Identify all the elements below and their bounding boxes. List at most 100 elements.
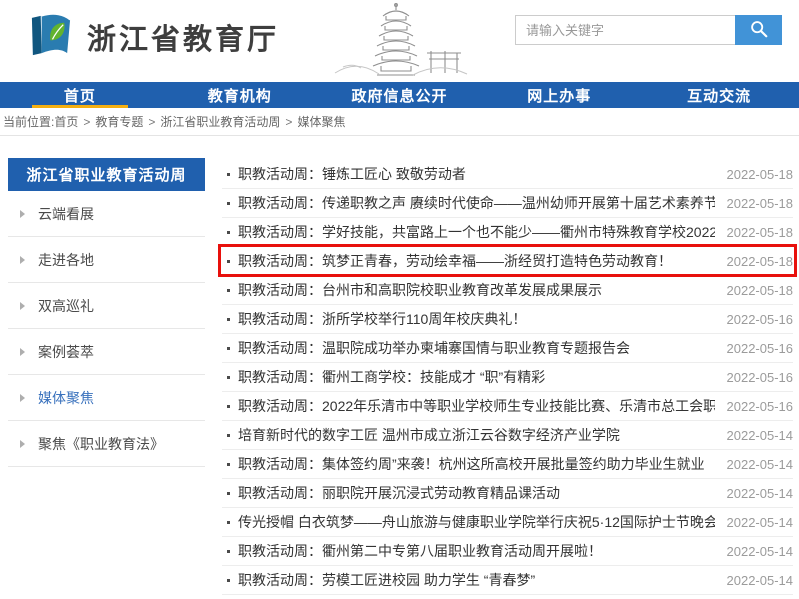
news-row: 职教活动周：衢州工商学校：技能成才 “职”有精彩 2022-05-16	[222, 363, 793, 392]
news-row: 职教活动周：衢州第二中专第八届职业教育活动周开展啦！ 2022-05-14	[222, 537, 793, 566]
news-row: 职教活动周：丽职院开展沉浸式劳动教育精品课活动 2022-05-14	[222, 479, 793, 508]
main-nav: 首页 教育机构 政府信息公开 网上办事 互动交流	[0, 82, 799, 108]
sidebar-item-visit-regions[interactable]: 走进各地	[8, 237, 205, 283]
site-logo[interactable]: 浙江省教育厅	[27, 11, 279, 63]
breadcrumb: 当前位置: 首页 > 教育专题 > 浙江省职业教育活动周 > 媒体聚焦	[0, 108, 799, 136]
tab-home[interactable]: 首页	[0, 82, 160, 108]
pagoda-sketch	[333, 1, 473, 85]
news-title-link[interactable]: 职教活动周：台州市和高职院校职业教育改革发展成果展示	[238, 280, 715, 300]
caret-right-icon	[20, 302, 25, 310]
bullet-icon	[227, 550, 230, 553]
news-row: 职教活动周：温职院成功举办柬埔寨国情与职业教育专题报告会 2022-05-16	[222, 334, 793, 363]
breadcrumb-prefix: 当前位置:	[3, 113, 54, 130]
news-row: 职教活动周：传递职教之声 赓续时代使命——温州幼师开展第十届艺术素养节比赛暨职业…	[222, 189, 793, 218]
sidebar-item-case-collection[interactable]: 案例荟萃	[8, 329, 205, 375]
bullet-icon	[227, 318, 230, 321]
news-title-link[interactable]: 职教活动周：丽职院开展沉浸式劳动教育精品课活动	[238, 483, 715, 503]
news-date: 2022-05-18	[727, 254, 794, 269]
bullet-icon	[227, 579, 230, 582]
news-title-link[interactable]: 职教活动周：浙所学校举行110周年校庆典礼！	[238, 309, 715, 329]
sidebar: 浙江省职业教育活动周 云端看展 走进各地 双高巡礼 案例荟萃 媒体聚焦 聚焦《职…	[8, 158, 205, 467]
bullet-icon	[227, 231, 230, 234]
news-title-link[interactable]: 职教活动周：锤炼工匠心 致敬劳动者	[238, 164, 715, 184]
news-title-link[interactable]: 职教活动周：传递职教之声 赓续时代使命——温州幼师开展第十届艺术素养节比赛暨职业…	[238, 193, 715, 213]
news-list: 职教活动周：锤炼工匠心 致敬劳动者 2022-05-18 职教活动周：传递职教之…	[222, 160, 793, 595]
bullet-icon	[227, 347, 230, 350]
bullet-icon	[227, 202, 230, 205]
caret-right-icon	[20, 210, 25, 218]
search-input[interactable]	[515, 15, 735, 45]
news-row: 职教活动周：台州市和高职院校职业教育改革发展成果展示 2022-05-18	[222, 276, 793, 305]
bullet-icon	[227, 376, 230, 379]
sidebar-item-label: 聚焦《职业教育法》	[38, 434, 164, 454]
sidebar-item-shuanggao-tour[interactable]: 双高巡礼	[8, 283, 205, 329]
news-title-link[interactable]: 职教活动周：衢州工商学校：技能成才 “职”有精彩	[238, 367, 715, 387]
news-title-link[interactable]: 职教活动周：衢州第二中专第八届职业教育活动周开展啦！	[238, 541, 715, 561]
tab-online-services[interactable]: 网上办事	[479, 82, 639, 108]
news-date: 2022-05-16	[727, 341, 794, 356]
breadcrumb-media-focus[interactable]: 媒体聚焦	[297, 113, 345, 130]
news-date: 2022-05-14	[727, 515, 794, 530]
caret-right-icon	[20, 256, 25, 264]
news-title-link[interactable]: 职教活动周：劳模工匠进校园 助力学生 “青春梦”	[238, 570, 715, 590]
news-row: 职教活动周：锤炼工匠心 致敬劳动者 2022-05-18	[222, 160, 793, 189]
search-bar	[515, 15, 782, 45]
breadcrumb-vocational-week[interactable]: 浙江省职业教育活动周	[160, 113, 280, 130]
caret-right-icon	[20, 394, 25, 402]
sidebar-item-vocational-education-law[interactable]: 聚焦《职业教育法》	[8, 421, 205, 467]
page-header: 浙江省教育厅	[0, 0, 799, 82]
news-row: 职教活动周：浙所学校举行110周年校庆典礼！ 2022-05-16	[222, 305, 793, 334]
news-row: 培育新时代的数字工匠 温州市成立浙江云谷数字经济产业学院 2022-05-14	[222, 421, 793, 450]
bullet-icon	[227, 434, 230, 437]
sidebar-item-label: 媒体聚焦	[38, 388, 94, 408]
breadcrumb-separator: >	[148, 115, 155, 129]
breadcrumb-separator: >	[285, 115, 292, 129]
sidebar-item-label: 走进各地	[38, 250, 94, 270]
news-date: 2022-05-18	[727, 225, 794, 240]
news-date: 2022-05-14	[727, 573, 794, 588]
news-title-link[interactable]: 职教活动周：筑梦正青春，劳动绘幸福——浙经贸打造特色劳动教育！	[238, 251, 715, 271]
bullet-icon	[227, 289, 230, 292]
news-title-link[interactable]: 职教活动周：温职院成功举办柬埔寨国情与职业教育专题报告会	[238, 338, 715, 358]
tab-education-orgs[interactable]: 教育机构	[160, 82, 320, 108]
news-date: 2022-05-16	[727, 399, 794, 414]
bullet-icon	[227, 260, 230, 263]
news-title-link[interactable]: 职教活动周：集体签约周”来袭！杭州这所高校开展批量签约助力毕业生就业	[238, 454, 715, 474]
search-button[interactable]	[735, 15, 782, 45]
sidebar-item-media-focus[interactable]: 媒体聚焦	[8, 375, 205, 421]
news-title-link[interactable]: 培育新时代的数字工匠 温州市成立浙江云谷数字经济产业学院	[238, 425, 715, 445]
news-row-highlighted: 职教活动周：筑梦正青春，劳动绘幸福——浙经贸打造特色劳动教育！ 2022-05-…	[222, 247, 793, 276]
news-row: 传光授帽 白衣筑梦——舟山旅游与健康职业学院举行庆祝5·12国际护士节晚会 20…	[222, 508, 793, 537]
news-title-link[interactable]: 传光授帽 白衣筑梦——舟山旅游与健康职业学院举行庆祝5·12国际护士节晚会	[238, 512, 715, 532]
book-leaf-logo-icon	[27, 11, 74, 63]
bullet-icon	[227, 173, 230, 176]
news-row: 职教活动周：2022年乐清市中等职业学校师生专业技能比赛、乐清市总工会职业技术学…	[222, 392, 793, 421]
news-date: 2022-05-14	[727, 457, 794, 472]
news-row: 职教活动周：学好技能，共富路上一个也不能少——衢州市特殊教育学校2022年职业教…	[222, 218, 793, 247]
bullet-icon	[227, 405, 230, 408]
caret-right-icon	[20, 348, 25, 356]
sidebar-item-label: 案例荟萃	[38, 342, 94, 362]
site-title: 浙江省教育厅	[87, 16, 279, 58]
news-row: 职教活动周：劳模工匠进校园 助力学生 “青春梦” 2022-05-14	[222, 566, 793, 595]
tab-gov-info-disclosure[interactable]: 政府信息公开	[320, 82, 480, 108]
bullet-icon	[227, 492, 230, 495]
breadcrumb-home[interactable]: 首页	[54, 113, 78, 130]
news-date: 2022-05-14	[727, 428, 794, 443]
sidebar-title: 浙江省职业教育活动周	[8, 158, 205, 191]
news-row: 职教活动周：集体签约周”来袭！杭州这所高校开展批量签约助力毕业生就业 2022-…	[222, 450, 793, 479]
sidebar-item-label: 云端看展	[38, 204, 94, 224]
bullet-icon	[227, 463, 230, 466]
caret-right-icon	[20, 440, 25, 448]
sidebar-item-cloud-expo[interactable]: 云端看展	[8, 191, 205, 237]
breadcrumb-separator: >	[83, 115, 90, 129]
news-date: 2022-05-18	[727, 196, 794, 211]
sidebar-item-label: 双高巡礼	[38, 296, 94, 316]
news-title-link[interactable]: 职教活动周：2022年乐清市中等职业学校师生专业技能比赛、乐清市总工会职业技术学…	[238, 396, 715, 416]
news-title-link[interactable]: 职教活动周：学好技能，共富路上一个也不能少——衢州市特殊教育学校2022年职业教…	[238, 222, 715, 242]
search-icon	[749, 19, 769, 42]
tab-interaction[interactable]: 互动交流	[639, 82, 799, 108]
news-date: 2022-05-16	[727, 312, 794, 327]
breadcrumb-education-topics[interactable]: 教育专题	[95, 113, 143, 130]
bullet-icon	[227, 521, 230, 524]
